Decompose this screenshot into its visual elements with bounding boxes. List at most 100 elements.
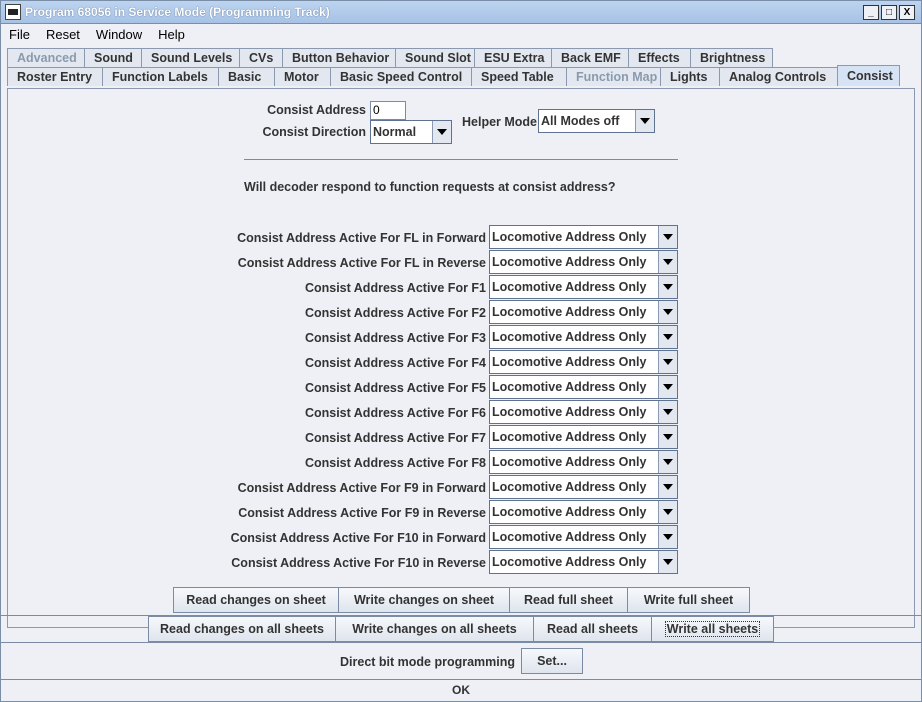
close-button[interactable]: X [899, 5, 915, 20]
function-row-select[interactable]: Locomotive Address Only [489, 250, 678, 274]
function-row-label: Consist Address Active For F10 in Forwar… [230, 531, 486, 545]
main-frame: Advanced Sound Sound Levels CVs Button B… [0, 44, 922, 702]
function-row-value: Locomotive Address Only [492, 430, 647, 444]
chevron-down-icon[interactable] [658, 426, 677, 448]
minimize-button[interactable]: _ [863, 5, 879, 20]
consist-direction-label: Consist Direction [262, 125, 367, 139]
write-all-sheets-label: Write all sheets [664, 621, 761, 637]
menu-bar: File Reset Window Help [0, 24, 922, 44]
chevron-down-icon[interactable] [658, 301, 677, 323]
chevron-down-icon[interactable] [658, 226, 677, 248]
function-row-select[interactable]: Locomotive Address Only [489, 450, 678, 474]
function-row-select[interactable]: Locomotive Address Only [489, 400, 678, 424]
chevron-down-icon[interactable] [658, 526, 677, 548]
chevron-down-icon[interactable] [658, 376, 677, 398]
tab-analog-controls[interactable]: Analog Controls [719, 67, 838, 86]
function-row-select[interactable]: Locomotive Address Only [489, 500, 678, 524]
function-row-value: Locomotive Address Only [492, 330, 647, 344]
title-bar: Program 68056 in Service Mode (Programmi… [0, 0, 922, 24]
menu-help[interactable]: Help [150, 27, 193, 42]
tab-effects[interactable]: Effects [628, 48, 691, 67]
chevron-down-icon[interactable] [432, 121, 451, 143]
function-row-value: Locomotive Address Only [492, 380, 647, 394]
tab-basic-speed-control[interactable]: Basic Speed Control [330, 67, 472, 86]
direct-bit-label: Direct bit mode programming [340, 655, 516, 669]
separator-line [1, 679, 921, 680]
maximize-button[interactable]: □ [881, 5, 897, 20]
consist-address-label: Consist Address [267, 103, 366, 117]
tab-brightness[interactable]: Brightness [690, 48, 773, 67]
consist-address-input[interactable]: 0 [370, 101, 406, 120]
read-changes-on-sheet-button[interactable]: Read changes on sheet [173, 587, 339, 613]
read-full-sheet-button[interactable]: Read full sheet [509, 587, 628, 613]
function-row-label: Consist Address Active For F3 [304, 331, 486, 345]
function-row-label: Consist Address Active For F2 [304, 306, 486, 320]
chevron-down-icon[interactable] [658, 326, 677, 348]
function-row-select[interactable]: Locomotive Address Only [489, 425, 678, 449]
function-row-select[interactable]: Locomotive Address Only [489, 475, 678, 499]
function-row-value: Locomotive Address Only [492, 230, 647, 244]
function-row-label: Consist Address Active For F5 [304, 381, 486, 395]
tab-consist[interactable]: Consist [837, 65, 900, 86]
write-all-sheets-button[interactable]: Write all sheets [651, 616, 774, 642]
menu-window[interactable]: Window [88, 27, 150, 42]
tab-sound-slot[interactable]: Sound Slot [395, 48, 475, 67]
tab-motor[interactable]: Motor [274, 67, 331, 86]
function-row-select[interactable]: Locomotive Address Only [489, 275, 678, 299]
function-row-select[interactable]: Locomotive Address Only [489, 550, 678, 574]
tab-function-labels[interactable]: Function Labels [102, 67, 219, 86]
read-all-sheets-button[interactable]: Read all sheets [533, 616, 652, 642]
function-row-label: Consist Address Active For F9 in Forward [237, 481, 486, 495]
ok-button[interactable]: OK [431, 681, 491, 698]
tab-cvs[interactable]: CVs [239, 48, 283, 67]
chevron-down-icon[interactable] [658, 251, 677, 273]
chevron-down-icon[interactable] [658, 351, 677, 373]
set-button[interactable]: Set... [521, 648, 583, 674]
helper-mode-value: All Modes off [541, 114, 620, 128]
tab-sound[interactable]: Sound [84, 48, 142, 67]
consist-panel: Consist Address 0 Consist Direction Norm… [7, 88, 915, 628]
menu-reset[interactable]: Reset [38, 27, 88, 42]
write-full-sheet-button[interactable]: Write full sheet [627, 587, 750, 613]
function-row-label: Consist Address Active For FL in Reverse [237, 256, 486, 270]
function-row-value: Locomotive Address Only [492, 555, 647, 569]
function-row-label: Consist Address Active For FL in Forward [237, 231, 486, 245]
function-row-value: Locomotive Address Only [492, 405, 647, 419]
chevron-down-icon[interactable] [658, 501, 677, 523]
chevron-down-icon[interactable] [635, 110, 654, 132]
chevron-down-icon[interactable] [658, 276, 677, 298]
function-row-value: Locomotive Address Only [492, 480, 647, 494]
chevron-down-icon[interactable] [658, 551, 677, 573]
write-changes-on-sheet-button[interactable]: Write changes on sheet [338, 587, 510, 613]
tab-roster-entry[interactable]: Roster Entry [7, 67, 103, 86]
tab-sound-levels[interactable]: Sound Levels [141, 48, 240, 67]
function-row-select[interactable]: Locomotive Address Only [489, 350, 678, 374]
function-row-select[interactable]: Locomotive Address Only [489, 525, 678, 549]
function-row-value: Locomotive Address Only [492, 530, 647, 544]
function-row-label: Consist Address Active For F6 [304, 406, 486, 420]
chevron-down-icon[interactable] [658, 476, 677, 498]
tab-esu-extra[interactable]: ESU Extra [474, 48, 552, 67]
tab-back-emf[interactable]: Back EMF [551, 48, 629, 67]
tab-basic[interactable]: Basic [218, 67, 275, 86]
function-row-select[interactable]: Locomotive Address Only [489, 300, 678, 324]
write-changes-on-all-sheets-button[interactable]: Write changes on all sheets [335, 616, 534, 642]
consist-direction-select[interactable]: Normal [370, 120, 452, 144]
tab-advanced[interactable]: Advanced [7, 48, 85, 67]
tab-button-behavior[interactable]: Button Behavior [282, 48, 396, 67]
menu-file[interactable]: File [1, 27, 38, 42]
chevron-down-icon[interactable] [658, 401, 677, 423]
function-row-select[interactable]: Locomotive Address Only [489, 225, 678, 249]
tab-function-map[interactable]: Function Map [566, 67, 661, 86]
chevron-down-icon[interactable] [658, 451, 677, 473]
function-row-label: Consist Address Active For F4 [304, 356, 486, 370]
helper-mode-select[interactable]: All Modes off [538, 109, 655, 133]
read-changes-on-all-sheets-button[interactable]: Read changes on all sheets [148, 616, 336, 642]
function-row-value: Locomotive Address Only [492, 305, 647, 319]
tab-row-1: Advanced Sound Sound Levels CVs Button B… [7, 48, 773, 67]
tab-speed-table[interactable]: Speed Table [471, 67, 567, 86]
function-row-select[interactable]: Locomotive Address Only [489, 325, 678, 349]
function-row-label: Consist Address Active For F10 in Revers… [231, 556, 486, 570]
tab-lights[interactable]: Lights [660, 67, 720, 86]
function-row-select[interactable]: Locomotive Address Only [489, 375, 678, 399]
